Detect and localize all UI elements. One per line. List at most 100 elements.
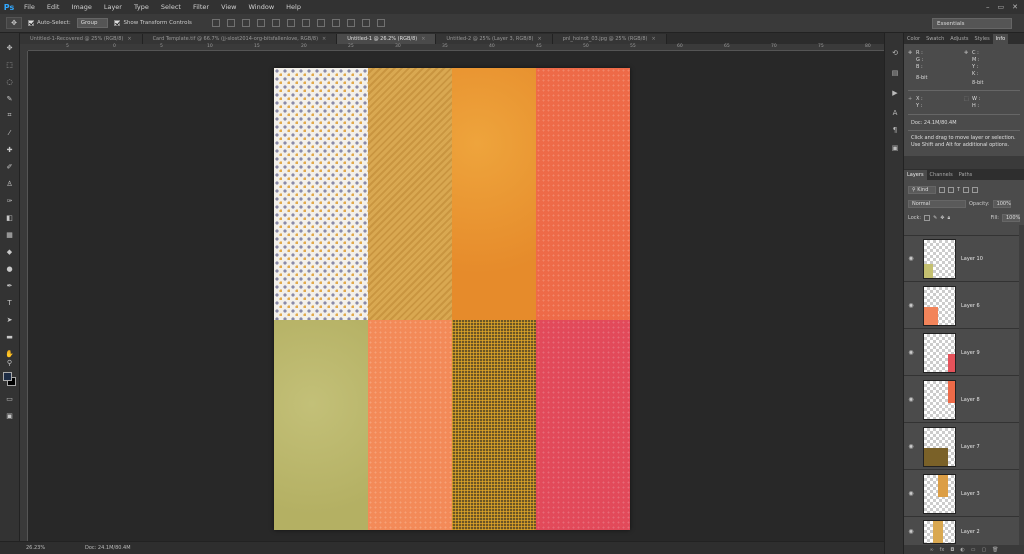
- doc-tab-active[interactable]: Untitled-1 @ 26.2% (RGB/8) ×: [337, 34, 437, 44]
- history-icon[interactable]: ⟲: [890, 48, 900, 57]
- close-icon[interactable]: ✕: [1012, 3, 1018, 11]
- align-vcenter-icon[interactable]: [226, 19, 235, 27]
- tab-styles[interactable]: Styles: [972, 34, 993, 44]
- clone-stamp-tool-icon[interactable]: ♙: [4, 179, 15, 188]
- align-left-icon[interactable]: [256, 19, 265, 27]
- tab-channels[interactable]: Channels: [927, 170, 956, 180]
- filter-type-icon[interactable]: T: [957, 187, 960, 193]
- layer-name[interactable]: Layer 3: [961, 491, 980, 497]
- checkbox-icon[interactable]: [28, 20, 34, 26]
- layer-row[interactable]: ◉ Layer 3: [904, 471, 1024, 517]
- auto-select-dropdown[interactable]: Group: [76, 18, 109, 28]
- distribute-hcenter-icon[interactable]: [361, 19, 370, 27]
- lock-transparent-icon[interactable]: [924, 215, 931, 221]
- brush-tool-icon[interactable]: ✐: [4, 162, 15, 171]
- screen-mode-icon[interactable]: ▣: [4, 411, 15, 420]
- menu-type[interactable]: Type: [128, 3, 155, 11]
- menu-select[interactable]: Select: [155, 3, 187, 11]
- align-right-icon[interactable]: [286, 19, 295, 27]
- actions-icon[interactable]: ▶: [890, 88, 900, 97]
- filter-kind-dropdown[interactable]: ⚲ Kind: [908, 186, 936, 194]
- checkbox-icon[interactable]: [114, 20, 121, 26]
- paragraph-icon[interactable]: ¶: [890, 125, 900, 134]
- layer-row[interactable]: ◉ Layer 9: [904, 330, 1024, 376]
- properties-icon[interactable]: ▤: [890, 68, 900, 77]
- distribute-top-icon[interactable]: [301, 19, 310, 27]
- lock-position-icon[interactable]: ✥: [940, 215, 944, 221]
- opacity-input[interactable]: 100%: [992, 200, 1011, 208]
- eye-icon[interactable]: ◉: [904, 396, 918, 403]
- fill-input[interactable]: 100%: [1002, 214, 1020, 222]
- layer-name[interactable]: Layer 6: [961, 303, 980, 309]
- layer-name[interactable]: Layer 7: [961, 444, 980, 450]
- layer-row[interactable]: ◉ Layer 10: [904, 236, 1024, 282]
- path-select-tool-icon[interactable]: ➤: [4, 315, 15, 324]
- distribute-right-icon[interactable]: [376, 19, 385, 27]
- history-brush-tool-icon[interactable]: ✑: [4, 196, 15, 205]
- link-icon[interactable]: ∞: [929, 547, 933, 553]
- auto-select-checkbox[interactable]: Auto-Select:: [28, 20, 71, 26]
- layer-row[interactable]: ◉ Layer 2: [904, 518, 1024, 546]
- ruler-horizontal[interactable]: 5 0 5 10 15 20 25 30 35 40 45 50 55 60 65 70 75 80: [28, 44, 884, 51]
- blend-mode-dropdown[interactable]: Normal: [908, 200, 966, 208]
- gradient-tool-icon[interactable]: ▦: [4, 230, 15, 239]
- zoom-tool-icon[interactable]: ⚲: [4, 358, 15, 367]
- blur-tool-icon[interactable]: ◆: [4, 247, 15, 256]
- tool-presets-icon[interactable]: ▣: [890, 143, 900, 152]
- show-transform-checkbox[interactable]: Show Transform Controls: [114, 20, 192, 26]
- align-top-icon[interactable]: [211, 19, 220, 27]
- minimize-icon[interactable]: –: [986, 3, 990, 11]
- ruler-vertical[interactable]: [20, 51, 28, 541]
- close-icon[interactable]: ×: [322, 36, 326, 42]
- distribute-bottom-icon[interactable]: [331, 19, 340, 27]
- layers-scrollbar[interactable]: [1019, 225, 1024, 545]
- canvas-area[interactable]: [28, 51, 884, 541]
- maximize-icon[interactable]: ▭: [998, 3, 1005, 11]
- lasso-tool-icon[interactable]: ◌: [4, 77, 15, 86]
- eye-icon[interactable]: ◉: [904, 302, 918, 309]
- eye-icon[interactable]: ◉: [904, 528, 918, 535]
- tab-paths[interactable]: Paths: [956, 170, 976, 180]
- menu-help[interactable]: Help: [280, 3, 307, 11]
- filter-smart-object-icon[interactable]: [972, 187, 979, 193]
- hand-tool-icon[interactable]: ✋: [4, 349, 15, 358]
- doc-tab[interactable]: Card Template.tif @ 66.7% (jj-slost2014-…: [142, 34, 338, 44]
- filter-pixel-icon[interactable]: [939, 187, 945, 193]
- mask-icon[interactable]: ◘: [950, 547, 954, 553]
- align-bottom-icon[interactable]: [241, 19, 250, 27]
- folder-icon[interactable]: ▭: [971, 547, 976, 553]
- lock-all-icon[interactable]: 🔒︎: [948, 215, 951, 221]
- move-tool-icon[interactable]: ✥: [4, 43, 15, 52]
- doc-tab[interactable]: Untitled-1-Recovered @ 25% (RGB/8) ×: [20, 34, 143, 44]
- doc-tab[interactable]: pnl_hoindt_03.jpg @ 25% (RGB/8) ×: [552, 34, 667, 44]
- fx-icon[interactable]: fx: [940, 547, 945, 553]
- layer-name[interactable]: Layer 2: [961, 529, 980, 535]
- menu-filter[interactable]: Filter: [187, 3, 215, 11]
- menu-image[interactable]: Image: [65, 3, 97, 11]
- tab-color[interactable]: Color: [904, 34, 923, 44]
- close-icon[interactable]: ×: [651, 36, 655, 42]
- crop-tool-icon[interactable]: ⌗: [4, 111, 15, 120]
- zoom-level[interactable]: 26.23%: [26, 545, 45, 551]
- distribute-vcenter-icon[interactable]: [316, 19, 325, 27]
- eraser-tool-icon[interactable]: ◧: [4, 213, 15, 222]
- menu-layer[interactable]: Layer: [98, 3, 128, 11]
- filter-adjustment-icon[interactable]: [948, 187, 954, 193]
- tab-layers[interactable]: Layers: [904, 170, 927, 180]
- menu-edit[interactable]: Edit: [41, 3, 66, 11]
- menu-file[interactable]: File: [18, 3, 41, 11]
- layer-name[interactable]: Layer 8: [961, 397, 980, 403]
- foreground-color-swatch[interactable]: [3, 372, 12, 381]
- workspace-dropdown[interactable]: Essentials: [932, 18, 1012, 29]
- eye-icon[interactable]: ◉: [904, 443, 918, 450]
- type-tool-icon[interactable]: T: [4, 298, 15, 307]
- quick-select-tool-icon[interactable]: ✎: [4, 94, 15, 103]
- marquee-tool-icon[interactable]: ⬚: [4, 60, 15, 69]
- layer-row[interactable]: ◉ Layer 8: [904, 377, 1024, 423]
- eyedropper-tool-icon[interactable]: ⁄: [4, 128, 15, 137]
- filter-shape-icon[interactable]: [963, 187, 970, 193]
- doc-size[interactable]: Doc: 24.1M/80.4M: [85, 545, 131, 551]
- quick-mask-icon[interactable]: ▭: [4, 394, 15, 403]
- close-icon[interactable]: ×: [421, 36, 425, 42]
- menu-view[interactable]: View: [215, 3, 242, 11]
